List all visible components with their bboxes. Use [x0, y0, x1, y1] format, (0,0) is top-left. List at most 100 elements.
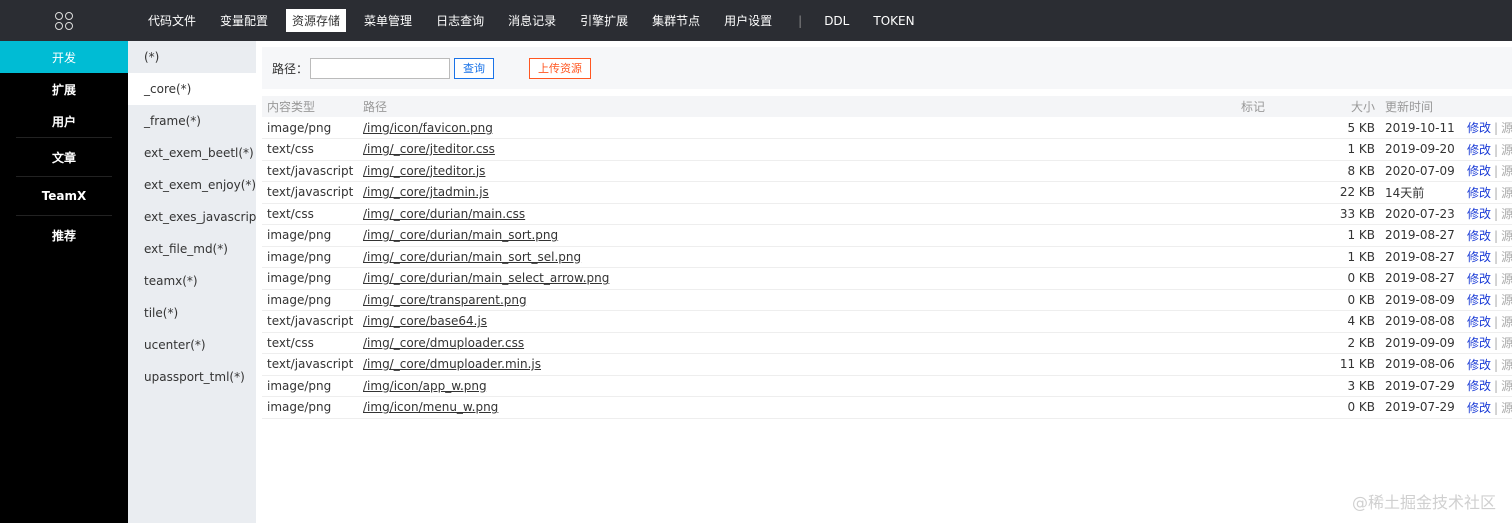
tab-variable-config[interactable]: 变量配置 [214, 9, 274, 32]
logo[interactable] [0, 0, 128, 41]
tab-user-settings[interactable]: 用户设置 [718, 9, 778, 32]
file-path-link[interactable]: /img/icon/favicon.png [363, 121, 493, 135]
source-link[interactable]: 源 [1501, 186, 1512, 200]
action-separator: | [1494, 293, 1499, 308]
edit-link[interactable]: 修改 [1467, 121, 1491, 135]
table-row: text/javascript/img/_core/jteditor.js 8 K… [262, 160, 1512, 182]
source-link[interactable]: 源 [1501, 293, 1512, 307]
edit-link[interactable]: 修改 [1467, 229, 1491, 243]
tab-resource-storage[interactable]: 资源存储 [286, 9, 347, 32]
edit-link[interactable]: 修改 [1467, 379, 1491, 393]
tab-engine-extension[interactable]: 引擎扩展 [574, 9, 634, 32]
file-path-link[interactable]: /img/_core/jteditor.js [363, 164, 485, 178]
file-path-link[interactable]: /img/_core/jteditor.css [363, 142, 495, 156]
cell-actions: 修改 | 源 [1462, 353, 1512, 376]
source-link[interactable]: 源 [1501, 121, 1512, 135]
file-path-link[interactable]: /img/_core/dmuploader.css [363, 336, 524, 350]
col-header-actions [1462, 96, 1512, 117]
tab-token[interactable]: TOKEN [867, 11, 920, 31]
edit-link[interactable]: 修改 [1467, 293, 1491, 307]
edit-link[interactable]: 修改 [1467, 186, 1491, 200]
cell-time: 2019-07-29 [1380, 396, 1462, 419]
subnav-item[interactable]: tile(*) [128, 297, 256, 329]
subnav-item[interactable]: (*) [128, 41, 256, 73]
table-row: image/png/img/icon/app_w.png 3 KB 2019-07-… [262, 375, 1512, 397]
file-path-link[interactable]: /img/icon/menu_w.png [363, 400, 498, 414]
source-link[interactable]: 源 [1501, 143, 1512, 157]
edit-link[interactable]: 修改 [1467, 315, 1491, 329]
cell-tag [1236, 353, 1326, 376]
subnav-item[interactable]: ext_file_md(*) [128, 233, 256, 265]
file-path-link[interactable]: /img/_core/transparent.png [363, 293, 527, 307]
tab-code-files[interactable]: 代码文件 [142, 9, 202, 32]
edit-link[interactable]: 修改 [1467, 164, 1491, 178]
sidebar-item-teamx[interactable]: TeamX [16, 176, 112, 215]
cell-actions: 修改 | 源 [1462, 203, 1512, 225]
source-link[interactable]: 源 [1501, 336, 1512, 350]
source-link[interactable]: 源 [1501, 207, 1512, 221]
edit-link[interactable]: 修改 [1467, 272, 1491, 286]
edit-link[interactable]: 修改 [1467, 250, 1491, 264]
edit-link[interactable]: 修改 [1467, 207, 1491, 221]
tab-log-query[interactable]: 日志查询 [430, 9, 490, 32]
action-separator: | [1494, 228, 1499, 243]
subnav-item[interactable]: ext_exem_enjoy(*) [128, 169, 256, 201]
col-header-size[interactable]: 大小 [1326, 96, 1380, 117]
cell-path: /img/icon/menu_w.png [358, 396, 1236, 419]
source-link[interactable]: 源 [1501, 272, 1512, 286]
edit-link[interactable]: 修改 [1467, 143, 1491, 157]
file-path-link[interactable]: /img/icon/app_w.png [363, 379, 487, 393]
edit-link[interactable]: 修改 [1467, 401, 1491, 415]
cell-type: text/javascript [262, 160, 358, 182]
col-header-time[interactable]: 更新时间 [1380, 96, 1462, 117]
file-path-link[interactable]: /img/_core/durian/main_sort.png [363, 228, 558, 242]
action-separator: | [1494, 250, 1499, 265]
path-input[interactable] [310, 57, 451, 79]
file-path-link[interactable]: /img/_core/base64.js [363, 314, 487, 328]
subnav-item[interactable]: _core(*) [128, 73, 256, 105]
subnav-item[interactable]: upassport_tml(*) [128, 361, 256, 393]
cell-type: image/png [262, 267, 358, 290]
source-link[interactable]: 源 [1501, 315, 1512, 329]
file-path-link[interactable]: /img/_core/durian/main_sort_sel.png [363, 250, 581, 264]
cell-type: image/png [262, 117, 358, 139]
tab-cluster-nodes[interactable]: 集群节点 [646, 9, 706, 32]
source-link[interactable]: 源 [1501, 229, 1512, 243]
sidebar-item-article[interactable]: 文章 [16, 137, 112, 176]
subnav-item[interactable]: ext_exes_javascript(*) [128, 201, 276, 233]
tab-message-records[interactable]: 消息记录 [502, 9, 562, 32]
col-header-type[interactable]: 内容类型 [262, 96, 358, 117]
subnav-item[interactable]: _frame(*) [128, 105, 256, 137]
cell-actions: 修改 | 源 [1462, 289, 1512, 311]
upload-resource-button[interactable]: 上传资源 [529, 57, 592, 79]
sidebar-item-user[interactable]: 用户 [0, 105, 128, 137]
tab-menu-management[interactable]: 菜单管理 [358, 9, 418, 32]
subnav-item[interactable]: teamx(*) [128, 265, 256, 297]
action-separator: | [1494, 164, 1499, 179]
subnav-item[interactable]: ucenter(*) [128, 329, 256, 361]
source-link[interactable]: 源 [1501, 250, 1512, 264]
col-header-tag[interactable]: 标记 [1236, 96, 1326, 117]
file-path-link[interactable]: /img/_core/durian/main_select_arrow.png [363, 271, 609, 285]
file-path-link[interactable]: /img/_core/dmuploader.min.js [363, 357, 541, 371]
source-link[interactable]: 源 [1501, 401, 1512, 415]
subnav-item[interactable]: ext_exem_beetl(*) [128, 137, 256, 169]
source-link[interactable]: 源 [1501, 358, 1512, 372]
tab-ddl[interactable]: DDL [818, 11, 855, 31]
sidebar-item-recommend[interactable]: 推荐 [16, 215, 112, 254]
query-button[interactable]: 查询 [454, 57, 495, 79]
source-link[interactable]: 源 [1501, 164, 1512, 178]
grid-circles-icon [55, 11, 73, 30]
edit-link[interactable]: 修改 [1467, 358, 1491, 372]
col-header-path[interactable]: 路径 [358, 96, 1236, 117]
cell-tag [1236, 117, 1326, 139]
file-path-link[interactable]: /img/_core/jtadmin.js [363, 185, 489, 199]
edit-link[interactable]: 修改 [1467, 336, 1491, 350]
cell-size: 22 KB [1326, 181, 1380, 204]
sidebar-item-extend[interactable]: 扩展 [0, 73, 128, 105]
sidebar-item-dev[interactable]: 开发 [0, 41, 128, 73]
source-link[interactable]: 源 [1501, 379, 1512, 393]
file-path-link[interactable]: /img/_core/durian/main.css [363, 207, 525, 221]
cell-time: 2019-10-11 [1380, 117, 1462, 139]
main-menu: 开发 扩展 用户 文章 TeamX 推荐 [0, 41, 128, 254]
